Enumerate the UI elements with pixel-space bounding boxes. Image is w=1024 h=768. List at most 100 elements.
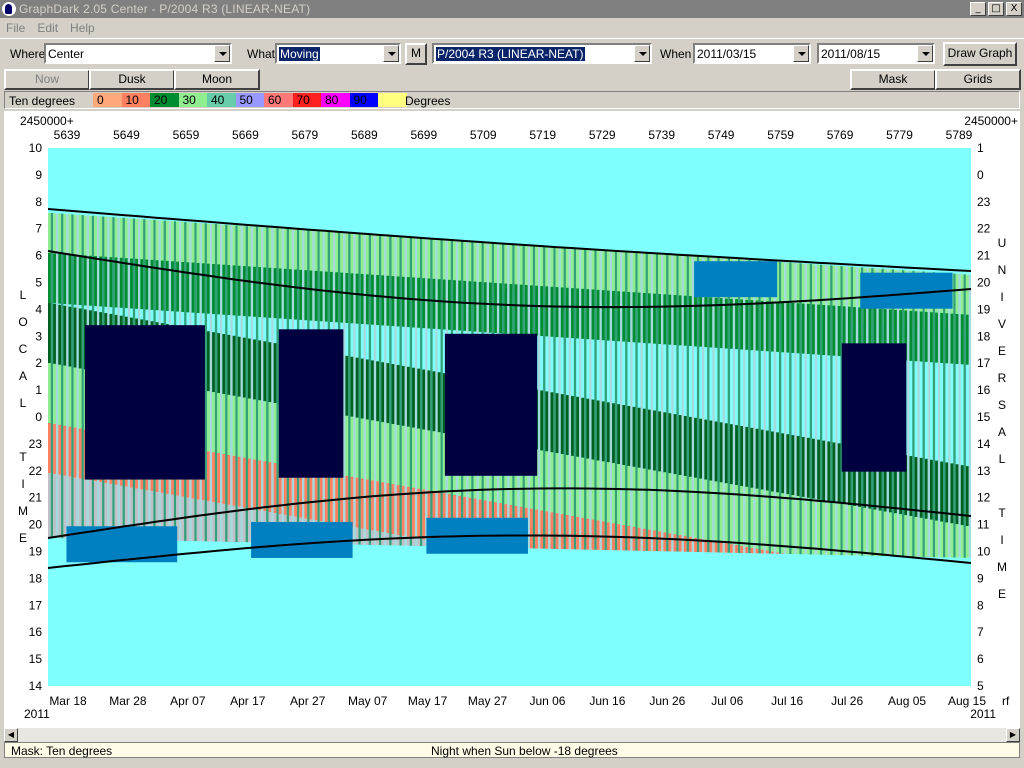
horizontal-scrollbar[interactable]: ◀ ▶	[4, 728, 1020, 742]
chart-stripe	[755, 548, 759, 554]
chart-stripe	[422, 539, 426, 547]
moon-button[interactable]: Moon	[174, 69, 260, 90]
chart-stripe	[709, 420, 713, 481]
chart-stripe	[647, 469, 651, 530]
legend-swatch: 80	[321, 93, 350, 107]
chart-stripe-gap	[425, 238, 428, 547]
chart-stripe	[309, 270, 313, 321]
top-axis-prefix-left: 2450000+	[20, 114, 74, 128]
chart-stripe-gap	[578, 248, 582, 550]
chart-stripe	[791, 495, 795, 555]
menu-file[interactable]: File	[0, 21, 31, 35]
chart-stripe-gap	[240, 225, 243, 543]
chart-stripe	[73, 307, 77, 368]
chart-stripe	[929, 459, 933, 520]
chart-stripe	[612, 290, 615, 341]
chart-stripe	[350, 356, 354, 417]
title-bar: GraphDark 2.05 Center - P/2004 R3 (LINEA…	[0, 0, 1024, 18]
right-axis-title-letter: U	[998, 236, 1007, 250]
chart-stripe-gap	[768, 261, 772, 554]
where-select[interactable]: Center	[44, 43, 232, 64]
chart-stripe	[924, 458, 928, 519]
chart-stripe	[617, 291, 621, 342]
chart-stripe	[109, 257, 113, 308]
minimize-button[interactable]: _	[970, 2, 986, 16]
chart-stripe	[89, 215, 92, 257]
left-tick-label: 19	[29, 545, 43, 559]
menu-help[interactable]: Help	[64, 21, 101, 35]
chart-stripe	[114, 217, 118, 259]
close-button[interactable]: X	[1006, 2, 1022, 16]
chart-stripe	[632, 292, 636, 343]
scroll-right-icon[interactable]: ▶	[1006, 728, 1020, 742]
chart-stripe	[437, 432, 441, 493]
chart-stripe	[396, 484, 400, 535]
chart-stripe	[417, 538, 421, 546]
chart-stripe	[381, 275, 385, 326]
right-tick-label: 5	[977, 679, 984, 693]
chart-stripe	[945, 313, 949, 364]
chart-stripe	[242, 507, 246, 543]
chart-stripe	[345, 272, 349, 323]
menu-edit[interactable]: Edit	[31, 21, 64, 35]
chart-stripe	[73, 367, 77, 428]
chart-stripe	[406, 426, 410, 487]
chart-stripe	[58, 304, 62, 365]
chevron-down-icon[interactable]	[793, 45, 809, 62]
what-select[interactable]: Moving	[275, 43, 401, 64]
chart-stripe	[232, 395, 236, 456]
mask-button[interactable]: Mask	[850, 69, 936, 90]
draw-graph-button[interactable]: Draw Graph	[943, 42, 1017, 66]
chart-stripe	[53, 213, 56, 254]
scroll-left-icon[interactable]: ◀	[4, 728, 18, 742]
chart-stripe	[683, 535, 687, 552]
chart-stripe	[965, 314, 969, 365]
m-button[interactable]: M	[405, 43, 427, 65]
chart-stripe	[771, 551, 774, 554]
left-axis-title-letter: A	[19, 369, 27, 383]
chart-stripe	[678, 535, 682, 552]
visibility-chart[interactable]: 1098765432102322212019181716151410232221…	[4, 111, 1020, 728]
chart-stripe	[560, 287, 564, 338]
chart-stripe	[827, 305, 831, 356]
chart-stripe	[181, 221, 185, 265]
chart-stripe	[330, 231, 333, 278]
object-select[interactable]: P/2004 R3 (LINEAR-NEAT)	[432, 43, 652, 64]
chart-stripe	[740, 299, 744, 350]
chevron-down-icon[interactable]	[917, 45, 933, 62]
chart-stripe	[401, 365, 405, 426]
right-axis-title-letter: L	[999, 452, 1006, 466]
chart-stripe	[827, 441, 831, 502]
chevron-down-icon[interactable]	[634, 45, 650, 62]
chart-stripe	[658, 531, 662, 552]
chart-stripe	[48, 363, 51, 423]
chart-stripe	[837, 503, 841, 556]
start-date-select[interactable]: 2011/03/15	[693, 43, 811, 64]
maximize-button[interactable]: □	[988, 2, 1004, 16]
right-tick-label: 15	[977, 410, 991, 424]
chart-stripe	[309, 230, 313, 276]
chart-stripe	[412, 367, 415, 428]
chart-stripe	[371, 234, 374, 281]
chart-stripe	[365, 274, 369, 325]
grids-button[interactable]: Grids	[935, 69, 1021, 90]
chart-stripe	[663, 294, 667, 345]
end-date-select[interactable]: 2011/08/15	[817, 43, 935, 64]
now-button[interactable]: Now	[4, 69, 90, 90]
chart-stripe	[642, 528, 646, 551]
chart-stripe	[355, 233, 359, 280]
chart-stripe	[653, 470, 656, 531]
chart-stripe	[555, 513, 559, 549]
chevron-down-icon[interactable]	[214, 45, 230, 62]
chart-stripe	[135, 258, 138, 309]
dusk-button[interactable]: Dusk	[89, 69, 175, 90]
chart-stripe	[232, 225, 236, 269]
chart-stripe	[422, 429, 426, 490]
chart-stripe	[376, 275, 379, 326]
chart-stripe	[586, 398, 590, 459]
chart-stripe	[622, 405, 626, 466]
chart-stripe	[155, 220, 159, 263]
twilight-block	[251, 521, 353, 558]
chart-stripe	[355, 477, 359, 528]
chevron-down-icon[interactable]	[383, 45, 399, 62]
